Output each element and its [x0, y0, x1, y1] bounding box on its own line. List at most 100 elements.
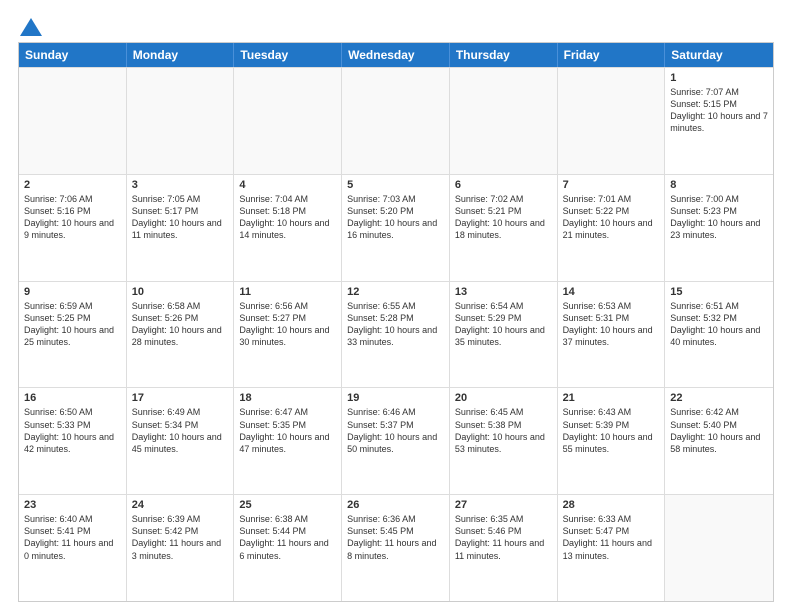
day-info: Sunrise: 6:54 AM Sunset: 5:29 PM Dayligh…: [455, 300, 552, 349]
day-info: Sunrise: 6:38 AM Sunset: 5:44 PM Dayligh…: [239, 513, 336, 562]
calendar-row-3: 9 Sunrise: 6:59 AM Sunset: 5:25 PM Daylig…: [19, 281, 773, 388]
day-cell-26: 26Sunrise: 6:36 AM Sunset: 5:45 PM Dayli…: [342, 495, 450, 601]
day-info: Sunrise: 6:43 AM Sunset: 5:39 PM Dayligh…: [563, 406, 660, 455]
day-cell-28: 28 Sunrise: 6:33 AM Sunset: 5:47 PM Dayli…: [558, 495, 666, 601]
day-info: Sunrise: 6:55 AM Sunset: 5:28 PM Dayligh…: [347, 300, 444, 349]
day-info: Sunrise: 6:59 AM Sunset: 5:25 PM Dayligh…: [24, 300, 121, 349]
day-cell-16: 16 Sunrise: 6:50 AM Sunset: 5:33 PM Dayli…: [19, 388, 127, 494]
day-number: 2: [24, 179, 121, 191]
day-info: Sunrise: 6:42 AM Sunset: 5:40 PM Dayligh…: [670, 406, 768, 455]
day-cell-1: 1 Sunrise: 7:07 AM Sunset: 5:15 PM Daylig…: [665, 68, 773, 174]
empty-cell-0-4: [450, 68, 558, 174]
day-number: 4: [239, 179, 336, 191]
day-cell-20: 20Sunrise: 6:45 AM Sunset: 5:38 PM Dayli…: [450, 388, 558, 494]
day-number: 7: [563, 179, 660, 191]
day-number: 21: [563, 392, 660, 404]
calendar-body: 1 Sunrise: 7:07 AM Sunset: 5:15 PM Daylig…: [19, 67, 773, 601]
day-cell-22: 22 Sunrise: 6:42 AM Sunset: 5:40 PM Dayli…: [665, 388, 773, 494]
day-info: Sunrise: 7:04 AM Sunset: 5:18 PM Dayligh…: [239, 193, 336, 242]
day-cell-12: 12 Sunrise: 6:55 AM Sunset: 5:28 PM Dayli…: [342, 282, 450, 388]
day-info: Sunrise: 6:56 AM Sunset: 5:27 PM Dayligh…: [239, 300, 336, 349]
calendar-row-4: 16 Sunrise: 6:50 AM Sunset: 5:33 PM Dayli…: [19, 387, 773, 494]
day-cell-7: 7 Sunrise: 7:01 AM Sunset: 5:22 PM Daylig…: [558, 175, 666, 281]
day-number: 3: [132, 179, 229, 191]
day-number: 28: [563, 499, 660, 511]
day-cell-17: 17 Sunrise: 6:49 AM Sunset: 5:34 PM Dayli…: [127, 388, 235, 494]
day-cell-14: 14 Sunrise: 6:53 AM Sunset: 5:31 PM Dayli…: [558, 282, 666, 388]
weekday-header-friday: Friday: [558, 43, 666, 67]
day-number: 17: [132, 392, 229, 404]
day-number: 18: [239, 392, 336, 404]
day-info: Sunrise: 6:53 AM Sunset: 5:31 PM Dayligh…: [563, 300, 660, 349]
day-cell-6: 6 Sunrise: 7:02 AM Sunset: 5:21 PM Daylig…: [450, 175, 558, 281]
day-cell-24: 24 Sunrise: 6:39 AM Sunset: 5:42 PM Dayli…: [127, 495, 235, 601]
day-cell-5: 5Sunrise: 7:03 AM Sunset: 5:20 PM Daylig…: [342, 175, 450, 281]
empty-cell-0-1: [127, 68, 235, 174]
day-cell-21: 21 Sunrise: 6:43 AM Sunset: 5:39 PM Dayli…: [558, 388, 666, 494]
day-number: 27: [455, 499, 552, 511]
empty-cell-0-3: [342, 68, 450, 174]
day-info: Sunrise: 6:36 AM Sunset: 5:45 PM Dayligh…: [347, 513, 444, 562]
empty-cell-4-6: [665, 495, 773, 601]
weekday-header-wednesday: Wednesday: [342, 43, 450, 67]
day-cell-8: 8Sunrise: 7:00 AM Sunset: 5:23 PM Daylig…: [665, 175, 773, 281]
day-cell-15: 15Sunrise: 6:51 AM Sunset: 5:32 PM Dayli…: [665, 282, 773, 388]
day-info: Sunrise: 7:02 AM Sunset: 5:21 PM Dayligh…: [455, 193, 552, 242]
day-info: Sunrise: 6:33 AM Sunset: 5:47 PM Dayligh…: [563, 513, 660, 562]
calendar: SundayMondayTuesdayWednesdayThursdayFrid…: [18, 42, 774, 602]
day-info: Sunrise: 6:40 AM Sunset: 5:41 PM Dayligh…: [24, 513, 121, 562]
logo: [18, 18, 42, 34]
day-cell-13: 13 Sunrise: 6:54 AM Sunset: 5:29 PM Dayli…: [450, 282, 558, 388]
day-cell-3: 3 Sunrise: 7:05 AM Sunset: 5:17 PM Daylig…: [127, 175, 235, 281]
day-info: Sunrise: 7:01 AM Sunset: 5:22 PM Dayligh…: [563, 193, 660, 242]
day-number: 16: [24, 392, 121, 404]
day-number: 13: [455, 286, 552, 298]
day-cell-18: 18 Sunrise: 6:47 AM Sunset: 5:35 PM Dayli…: [234, 388, 342, 494]
day-number: 9: [24, 286, 121, 298]
day-cell-9: 9 Sunrise: 6:59 AM Sunset: 5:25 PM Daylig…: [19, 282, 127, 388]
day-info: Sunrise: 6:49 AM Sunset: 5:34 PM Dayligh…: [132, 406, 229, 455]
day-cell-11: 11Sunrise: 6:56 AM Sunset: 5:27 PM Dayli…: [234, 282, 342, 388]
day-cell-4: 4 Sunrise: 7:04 AM Sunset: 5:18 PM Daylig…: [234, 175, 342, 281]
empty-cell-0-5: [558, 68, 666, 174]
day-info: Sunrise: 7:05 AM Sunset: 5:17 PM Dayligh…: [132, 193, 229, 242]
day-info: Sunrise: 6:58 AM Sunset: 5:26 PM Dayligh…: [132, 300, 229, 349]
weekday-header-saturday: Saturday: [665, 43, 773, 67]
day-info: Sunrise: 7:00 AM Sunset: 5:23 PM Dayligh…: [670, 193, 768, 242]
day-number: 6: [455, 179, 552, 191]
day-cell-27: 27 Sunrise: 6:35 AM Sunset: 5:46 PM Dayli…: [450, 495, 558, 601]
calendar-row-5: 23 Sunrise: 6:40 AM Sunset: 5:41 PM Dayli…: [19, 494, 773, 601]
day-number: 1: [670, 72, 768, 84]
day-number: 10: [132, 286, 229, 298]
day-cell-2: 2 Sunrise: 7:06 AM Sunset: 5:16 PM Daylig…: [19, 175, 127, 281]
day-cell-25: 25Sunrise: 6:38 AM Sunset: 5:44 PM Dayli…: [234, 495, 342, 601]
day-cell-10: 10 Sunrise: 6:58 AM Sunset: 5:26 PM Dayli…: [127, 282, 235, 388]
day-number: 12: [347, 286, 444, 298]
day-number: 24: [132, 499, 229, 511]
day-number: 23: [24, 499, 121, 511]
day-info: Sunrise: 6:51 AM Sunset: 5:32 PM Dayligh…: [670, 300, 768, 349]
empty-cell-0-2: [234, 68, 342, 174]
calendar-row-2: 2 Sunrise: 7:06 AM Sunset: 5:16 PM Daylig…: [19, 174, 773, 281]
day-info: Sunrise: 6:39 AM Sunset: 5:42 PM Dayligh…: [132, 513, 229, 562]
empty-cell-0-0: [19, 68, 127, 174]
day-info: Sunrise: 6:46 AM Sunset: 5:37 PM Dayligh…: [347, 406, 444, 455]
day-cell-23: 23 Sunrise: 6:40 AM Sunset: 5:41 PM Dayli…: [19, 495, 127, 601]
day-info: Sunrise: 6:45 AM Sunset: 5:38 PM Dayligh…: [455, 406, 552, 455]
weekday-header-tuesday: Tuesday: [234, 43, 342, 67]
day-number: 14: [563, 286, 660, 298]
day-info: Sunrise: 6:50 AM Sunset: 5:33 PM Dayligh…: [24, 406, 121, 455]
day-info: Sunrise: 7:06 AM Sunset: 5:16 PM Dayligh…: [24, 193, 121, 242]
day-info: Sunrise: 7:07 AM Sunset: 5:15 PM Dayligh…: [670, 86, 768, 135]
logo-icon: [20, 18, 42, 36]
weekday-header-sunday: Sunday: [19, 43, 127, 67]
day-info: Sunrise: 6:47 AM Sunset: 5:35 PM Dayligh…: [239, 406, 336, 455]
day-cell-19: 19 Sunrise: 6:46 AM Sunset: 5:37 PM Dayli…: [342, 388, 450, 494]
calendar-row-1: 1 Sunrise: 7:07 AM Sunset: 5:15 PM Daylig…: [19, 67, 773, 174]
day-info: Sunrise: 6:35 AM Sunset: 5:46 PM Dayligh…: [455, 513, 552, 562]
day-number: 22: [670, 392, 768, 404]
day-number: 19: [347, 392, 444, 404]
day-number: 5: [347, 179, 444, 191]
calendar-header: SundayMondayTuesdayWednesdayThursdayFrid…: [19, 43, 773, 67]
page-header: [18, 18, 774, 34]
